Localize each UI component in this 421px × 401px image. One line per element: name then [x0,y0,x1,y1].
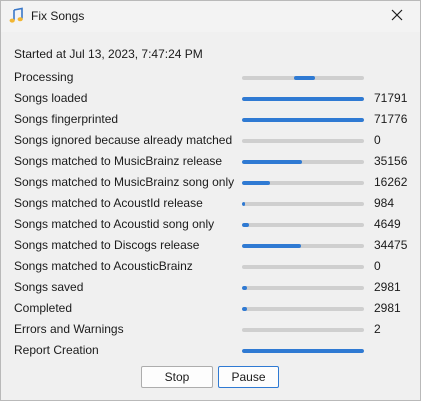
row-label: Songs saved [14,280,84,294]
row-label: Errors and Warnings [14,322,124,336]
progress-bar [242,139,364,143]
progress-row: Songs ignored because already matched 0 [14,130,414,151]
progress-bar [242,202,364,206]
progress-bar [242,76,364,80]
close-button[interactable] [374,1,420,32]
row-value: 0 [374,259,381,273]
progress-fill [242,286,247,290]
progress-row: Songs loaded 71791 [14,88,414,109]
progress-row: Songs matched to Discogs release 34475 [14,235,414,256]
progress-row: Songs matched to Acoustid song only 4649 [14,214,414,235]
progress-row: Songs matched to AcousticBrainz 0 [14,256,414,277]
row-label: Songs matched to Acoustid song only [14,217,215,231]
row-value: 34475 [374,238,408,252]
progress-row: Completed 2981 [14,298,414,319]
progress-row: Processing [14,67,414,88]
progress-bar [242,181,364,185]
row-value: 984 [374,196,395,210]
progress-fill [242,97,364,101]
row-value: 35156 [374,154,408,168]
row-value: 2981 [374,280,401,294]
row-label: Songs matched to Discogs release [14,238,200,252]
row-value: 71776 [374,112,408,126]
progress-bar [242,328,364,332]
row-value: 4649 [374,217,401,231]
progress-row: Songs fingerprinted 71776 [14,109,414,130]
row-label: Songs fingerprinted [14,112,119,126]
row-label: Songs matched to AcoustId release [14,196,203,210]
progress-row: Songs matched to MusicBrainz release 3515… [14,151,414,172]
row-value: 71791 [374,91,408,105]
window-title: Fix Songs [31,9,85,23]
progress-bar [242,265,364,269]
progress-bar [242,118,364,122]
progress-bar [242,349,364,353]
progress-row: Songs matched to MusicBrainz song only 16… [14,172,414,193]
progress-row: Songs matched to AcoustId release 984 [14,193,414,214]
pause-button[interactable]: Pause [218,366,279,388]
progress-row: Errors and Warnings 2 [14,319,414,340]
progress-bar [242,244,364,248]
row-value: 2981 [374,301,401,315]
progress-fill [242,244,301,248]
stop-button[interactable]: Stop [141,366,213,388]
row-label: Processing [14,70,74,84]
progress-row: Songs saved 2981 [14,277,414,298]
close-icon [391,8,403,26]
row-label: Songs matched to MusicBrainz release [14,154,223,168]
progress-bar [242,286,364,290]
fix-songs-window: Fix Songs Started at Jul 13, 2023, 7:47:… [0,0,421,401]
progress-fill [242,202,245,206]
row-label: Completed [14,301,73,315]
row-label: Songs ignored because already matched [14,133,233,147]
music-note-icon [8,7,26,25]
progress-fill [242,160,302,164]
progress-fill [242,223,249,227]
progress-bar [242,307,364,311]
row-label: Songs matched to AcousticBrainz [14,259,193,273]
row-value: 16262 [374,175,408,189]
row-label: Songs matched to MusicBrainz song only [14,175,235,189]
progress-fill [242,118,364,122]
progress-bar [242,160,364,164]
progress-fill [242,349,364,353]
row-value: 2 [374,322,381,336]
progress-bar [242,97,364,101]
started-timestamp: Started at Jul 13, 2023, 7:47:24 PM [14,47,203,61]
progress-row: Report Creation [14,340,414,361]
dialog-content: Started at Jul 13, 2023, 7:47:24 PM Proc… [1,32,420,400]
row-value: 0 [374,133,381,147]
progress-fill [294,76,315,80]
title-bar[interactable]: Fix Songs [1,1,420,32]
progress-bar [242,223,364,227]
progress-fill [242,181,270,185]
row-label: Songs loaded [14,91,88,105]
progress-fill [242,307,247,311]
row-label: Report Creation [14,343,99,357]
